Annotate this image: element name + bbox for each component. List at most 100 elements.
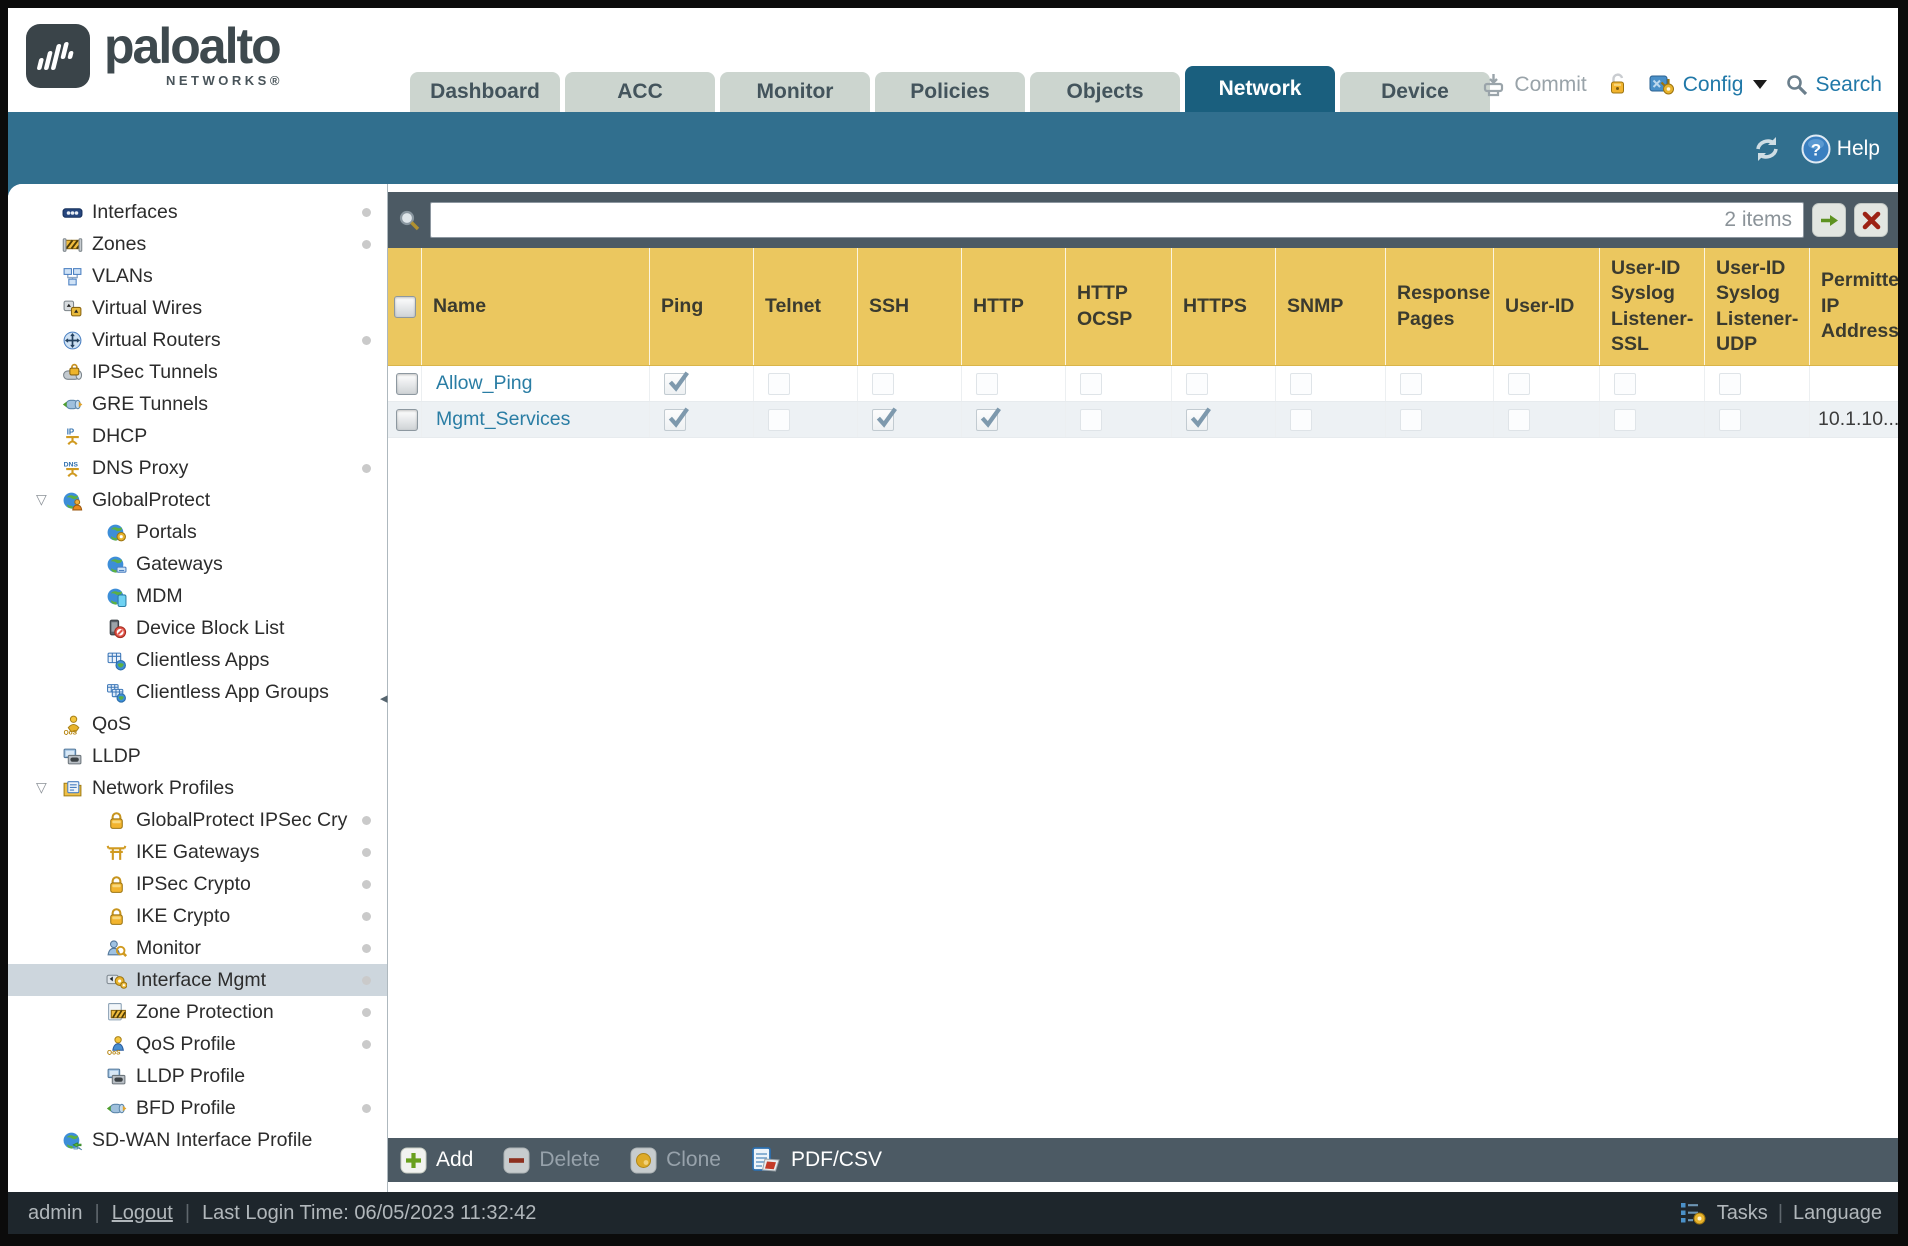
sidebar-item-globalprotect-ipsec-crypto[interactable]: GlobalProtect IPSec Crypto	[8, 804, 387, 836]
row-name-link[interactable]: Allow_Ping	[436, 372, 532, 395]
checked-indicator	[872, 407, 897, 431]
sidebar-item-label: IKE Gateways	[136, 840, 260, 863]
cell-http	[962, 402, 1066, 437]
column-header-name[interactable]: Name	[422, 248, 650, 365]
refresh-icon[interactable]	[1749, 134, 1785, 164]
sdwan-icon	[62, 1130, 83, 1151]
row-select-checkbox[interactable]	[396, 408, 418, 431]
sidebar-item-gateways[interactable]: Gateways	[8, 548, 387, 580]
unchecked-indicator	[1186, 372, 1208, 395]
sidebar-item-clientless-app-groups[interactable]: Clientless App Groups	[8, 676, 387, 708]
sidebar-item-monitor[interactable]: Monitor	[8, 932, 387, 964]
pdf-csv-button[interactable]: PDF/CSV	[751, 1146, 882, 1174]
svg-text:DNS: DNS	[64, 461, 79, 468]
wordmark: paloalto NETWORKS®	[104, 20, 283, 88]
sidebar-item-mdm[interactable]: MDM	[8, 580, 387, 612]
sidebar-item-dhcp[interactable]: IP DHCP	[8, 420, 387, 452]
global-search-button[interactable]: Search	[1785, 73, 1882, 97]
lock-icon[interactable]	[1605, 71, 1630, 98]
clone-button[interactable]: Clone	[630, 1147, 721, 1174]
interfaces-icon	[62, 202, 83, 223]
sidebar-item-interface-mgmt[interactable]: Interface Mgmt	[8, 964, 387, 996]
commit-button[interactable]: Commit	[1480, 71, 1587, 98]
sidebar-item-gre-tunnels[interactable]: GRE Tunnels	[8, 388, 387, 420]
sidebar-item-lldp-profile[interactable]: LLDP Profile	[8, 1060, 387, 1092]
column-header-uid_syslog_ssl[interactable]: User-ID Syslog Listener-SSL	[1600, 248, 1705, 365]
sidebar-item-label: Zone Protection	[136, 1000, 274, 1023]
sidebar-item-label: DNS Proxy	[92, 456, 189, 479]
column-header-ping[interactable]: Ping	[650, 248, 754, 365]
chevron-down-icon	[1753, 80, 1768, 89]
sidebar-item-ipsec-tunnels[interactable]: IPSec Tunnels	[8, 356, 387, 388]
sidebar-item-virtual-wires[interactable]: Virtual Wires	[8, 292, 387, 324]
column-header-user_id[interactable]: User-ID	[1494, 248, 1600, 365]
sidebar-item-interfaces[interactable]: Interfaces	[8, 196, 387, 228]
sidebar-item-dns-proxy[interactable]: DNS DNS Proxy	[8, 452, 387, 484]
language-button[interactable]: Language	[1793, 1202, 1882, 1225]
svg-text:QoS: QoS	[107, 1049, 121, 1055]
sidebar-item-clientless-apps[interactable]: Clientless Apps	[8, 644, 387, 676]
sidebar-item-label: Clientless Apps	[136, 648, 270, 671]
tasks-icon	[1679, 1200, 1707, 1226]
sidebar-item-network-profiles[interactable]: ▽ Network Profiles	[8, 772, 387, 804]
select-all-checkbox[interactable]	[393, 295, 416, 318]
sidebar-item-globalprotect[interactable]: ▽ GlobalProtect	[8, 484, 387, 516]
column-header-http_ocsp[interactable]: HTTP OCSP	[1066, 248, 1172, 365]
device-block-list-icon	[106, 618, 127, 639]
toolbar-button-label: Clone	[666, 1148, 721, 1171]
virtual-wires-icon	[62, 298, 83, 319]
tab-device[interactable]: Device	[1340, 72, 1490, 112]
column-header-permitted_ip[interactable]: Permitted IP Address...	[1810, 248, 1898, 365]
sidebar-item-sd-wan-interface-profile[interactable]: SD-WAN Interface Profile	[8, 1124, 387, 1156]
unchecked-indicator	[1080, 372, 1102, 395]
tab-network[interactable]: Network	[1185, 66, 1335, 112]
sidebar-item-device-block-list[interactable]: Device Block List	[8, 612, 387, 644]
sidebar-item-lldp[interactable]: LLDP	[8, 740, 387, 772]
unchecked-indicator	[1614, 372, 1636, 395]
sidebar-item-virtual-routers[interactable]: Virtual Routers	[8, 324, 387, 356]
tab-acc[interactable]: ACC	[565, 72, 715, 112]
sidebar-item-ipsec-crypto[interactable]: IPSec Crypto	[8, 868, 387, 900]
sidebar-collapse-handle[interactable]: ◂	[380, 689, 388, 707]
clear-filter-button[interactable]	[1854, 203, 1888, 237]
filter-input[interactable]	[430, 202, 1804, 238]
tree-expander-icon[interactable]: ▽	[36, 780, 47, 794]
logout-link[interactable]: Logout	[112, 1202, 173, 1225]
status-dot	[362, 239, 371, 249]
tab-monitor[interactable]: Monitor	[720, 72, 870, 112]
lock-closed-icon	[106, 906, 127, 927]
column-header-https[interactable]: HTTPS	[1172, 248, 1276, 365]
sidebar-item-vlans[interactable]: VLANs	[8, 260, 387, 292]
row-name-link[interactable]: Mgmt_Services	[436, 408, 570, 431]
column-header-ssh[interactable]: SSH	[858, 248, 962, 365]
sidebar-item-portals[interactable]: Portals	[8, 516, 387, 548]
tab-objects[interactable]: Objects	[1030, 72, 1180, 112]
sidebar-item-ike-crypto[interactable]: IKE Crypto	[8, 900, 387, 932]
sidebar-item-ike-gateways[interactable]: IKE Gateways	[8, 836, 387, 868]
add-button[interactable]: Add	[400, 1147, 473, 1174]
config-button[interactable]: Config	[1648, 71, 1768, 98]
sidebar-item-qos[interactable]: QoS QoS	[8, 708, 387, 740]
column-header-snmp[interactable]: SNMP	[1276, 248, 1386, 365]
tab-dashboard[interactable]: Dashboard	[410, 72, 560, 112]
column-header-uid_syslog_udp[interactable]: User-ID Syslog Listener-UDP	[1705, 248, 1810, 365]
cell-ssh	[858, 366, 962, 401]
column-header-telnet[interactable]: Telnet	[754, 248, 858, 365]
sidebar-item-bfd-profile[interactable]: BFD Profile	[8, 1092, 387, 1124]
cell-response_pages	[1386, 366, 1494, 401]
apply-filter-button[interactable]	[1812, 203, 1846, 237]
zones-icon	[62, 234, 83, 255]
tree-expander-icon[interactable]: ▽	[36, 492, 47, 506]
tab-policies[interactable]: Policies	[875, 72, 1025, 112]
help-button[interactable]: ? Help	[1801, 134, 1880, 164]
column-header-response_pages[interactable]: Response Pages	[1386, 248, 1494, 365]
sidebar-item-zones[interactable]: Zones	[8, 228, 387, 260]
sidebar-item-zone-protection[interactable]: Zone Protection	[8, 996, 387, 1028]
row-select-checkbox[interactable]	[396, 372, 418, 395]
sidebar-item-label: MDM	[136, 584, 183, 607]
cell-telnet	[754, 402, 858, 437]
delete-button[interactable]: Delete	[503, 1147, 600, 1174]
tasks-button[interactable]: Tasks	[1717, 1202, 1768, 1225]
column-header-http[interactable]: HTTP	[962, 248, 1066, 365]
sidebar-item-qos-profile[interactable]: QoS QoS Profile	[8, 1028, 387, 1060]
